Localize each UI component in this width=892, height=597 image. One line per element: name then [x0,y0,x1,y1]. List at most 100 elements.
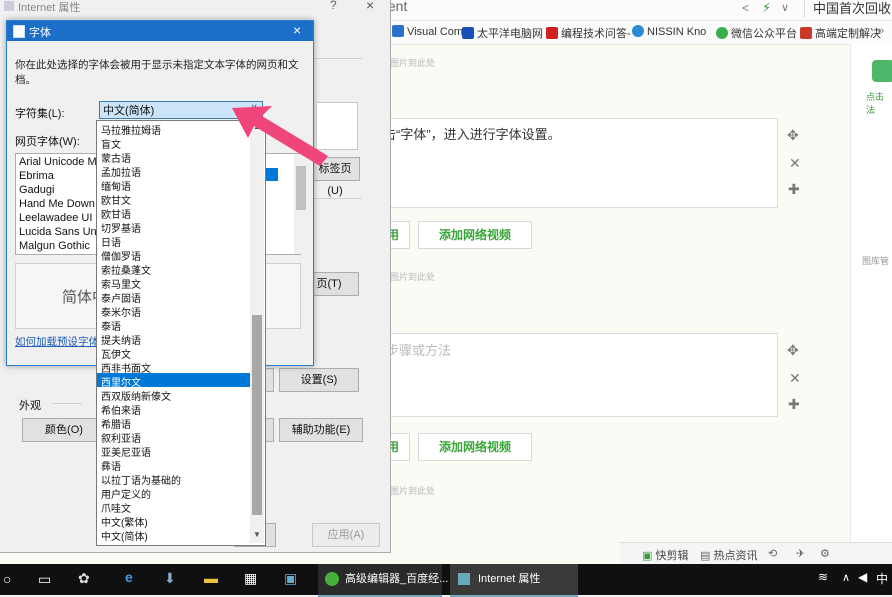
dropdown-item[interactable]: 瓦伊文 [101,346,131,361]
bolt-icon[interactable]: ⚡ [762,0,771,16]
bookmark-item[interactable]: Visual Com [392,25,463,38]
bookmark-icon [546,27,558,39]
pin-icon[interactable]: ✈ [796,547,805,560]
add-icon[interactable]: ✚ [788,181,800,198]
app-icon[interactable]: ▣ [284,570,297,587]
browser-app-icon [325,572,339,586]
dropdown-item[interactable]: 缅甸语 [101,178,131,193]
chevron-down-icon[interactable]: ∨ [781,1,789,14]
font-list-item[interactable]: Malgun Gothic [19,240,90,252]
dropdown-item[interactable]: 希伯来语 [101,402,141,417]
bookmark-icon [632,25,644,37]
delete-icon[interactable]: ✕ [789,370,801,387]
bookmark-item[interactable]: 微信公众平台 [716,25,797,41]
delete-icon[interactable]: ✕ [789,155,801,172]
scroll-down-icon[interactable]: ▼ [253,530,261,539]
settings-icon[interactable]: ⚙ [820,547,830,560]
search-icon[interactable]: ○ [3,571,11,587]
dropdown-item[interactable]: 叙利亚语 [101,430,141,445]
bookmarks-more-icon[interactable]: » [878,25,884,37]
dropdown-item[interactable]: 索马里文 [101,276,141,291]
font-list-item[interactable]: Hand Me Down S [19,198,105,210]
font-help-link[interactable]: 如何加载预设字体 [15,334,99,349]
colors-button[interactable]: 颜色(O) [22,418,106,442]
quick-edit-item[interactable]: ▣ 快剪辑 [642,547,688,563]
font-list-item[interactable]: Lucida Sans Unic [19,226,105,238]
divider [312,58,362,59]
add-icon[interactable]: ✚ [788,396,800,413]
settings-button[interactable]: 设置(S) [279,368,359,392]
input-method-icon[interactable]: 中 [876,570,888,587]
group-divider [52,403,82,404]
bookmark-icon [462,27,474,39]
scrollbar-thumb[interactable] [252,315,262,515]
dropdown-item[interactable]: 盲文 [101,136,121,151]
dropdown-scrollbar[interactable] [250,121,264,543]
move-icon[interactable]: ✥ [787,127,799,144]
dropdown-item[interactable]: 僧伽罗语 [101,248,141,263]
help-button[interactable]: ? [330,0,337,12]
font-list-item[interactable]: Gadugi [19,184,54,196]
dropdown-item[interactable]: 希腊语 [101,416,131,431]
font-dialog-close-button[interactable]: × [293,22,301,38]
dropdown-item[interactable]: 用户定义的 [101,486,151,501]
dropdown-item[interactable]: 中文(简体) [101,528,148,543]
store-icon[interactable]: ▦ [244,570,257,587]
folder-icon[interactable]: ▬ [204,570,218,586]
bookmark-icon [392,25,404,37]
dropdown-item[interactable]: 亚美尼亚语 [101,444,151,459]
hot-news-item[interactable]: ▤ 热点资讯 [700,547,757,563]
annotation-arrow [232,106,328,166]
dropdown-item[interactable]: 蒙古语 [101,150,131,165]
drop-hint: 图片到此处 [390,58,436,68]
dropdown-item[interactable]: 索拉桑蓬文 [101,262,151,277]
arrow-shape [232,106,328,166]
dropdown-item[interactable]: 以拉丁语为基础的 [101,472,181,487]
sidebar-app-icon[interactable] [872,60,892,82]
dropdown-item[interactable]: 马拉雅拉姆语 [101,122,161,137]
dropdown-item[interactable]: 泰米尔语 [101,304,141,319]
dropdown-item[interactable]: 中文(繁体) [101,514,148,529]
dropdown-item-selected[interactable]: 西里尔文 [101,374,141,389]
font-description: 你在此处选择的字体会被用于显示未指定文本字体的网页和文档。 [15,59,299,86]
font-list-item[interactable]: Leelawadee UI [19,212,92,224]
dropdown-item[interactable]: 泰语 [101,318,121,333]
accessibility-button[interactable]: 辅助功能(E) [279,418,363,442]
dropdown-item[interactable]: 彝语 [101,458,121,473]
bookmark-item[interactable]: NISSIN Kno [632,25,706,38]
bookmark-icon [716,27,728,39]
add-video-button[interactable]: 添加网络视频 [418,221,532,249]
store-app-icon[interactable]: ⬇ [164,570,176,587]
add-video-button[interactable]: 添加网络视频 [418,433,532,461]
bookmark-item[interactable]: 编程技术问答- [546,25,631,41]
tray-chevron-icon[interactable]: ∧ [842,571,850,584]
font-list-item[interactable]: Ebrima [19,170,54,182]
dropdown-item[interactable]: 切罗基语 [101,220,141,235]
dropdown-item[interactable]: 爪哇文 [101,500,131,515]
volume-icon[interactable]: ◀ [858,570,867,584]
font-list-item[interactable]: Arial Unicode MS [19,156,104,168]
sidebar-label: 点击法 [866,92,885,115]
apply-button[interactable]: 应用(A) [312,523,380,547]
bookmark-icon [800,27,812,39]
dropdown-item[interactable]: 欧甘语 [101,206,131,221]
dropdown-item[interactable]: 孟加拉语 [101,164,141,179]
dropdown-item[interactable]: 日语 [101,234,121,249]
edge-icon[interactable]: e [125,569,133,585]
refresh-icon[interactable]: ⟲ [768,547,777,560]
charset-dropdown-list[interactable]: 马拉雅拉姆语 盲文 蒙古语 孟加拉语 缅甸语 欧甘文 欧甘语 切罗基语 日语 僧… [96,120,266,546]
address-bar[interactable]: 中国首次回收 [804,0,892,18]
dropdown-item[interactable]: 欧甘文 [101,192,131,207]
move-icon[interactable]: ✥ [787,342,799,359]
dropdown-item[interactable]: 西双版纳新傣文 [101,388,171,403]
bookmark-item[interactable]: 高端定制解决 [800,25,881,41]
dropdown-item[interactable]: 提夫纳语 [101,332,141,347]
bookmark-item[interactable]: 太平洋电脑网 [462,25,543,41]
dropdown-item[interactable]: 泰卢固语 [101,290,141,305]
share-icon[interactable]: < [742,1,749,15]
close-button[interactable]: × [366,0,374,13]
pinwheel-icon[interactable]: ✿ [78,570,90,587]
browser-status-bar: ▣ 快剪辑 ▤ 热点资讯 ⟲ ✈ ⚙ [620,542,892,565]
task-view-icon[interactable]: ▭ [38,571,51,588]
wifi-icon[interactable]: ≋ [818,570,828,584]
